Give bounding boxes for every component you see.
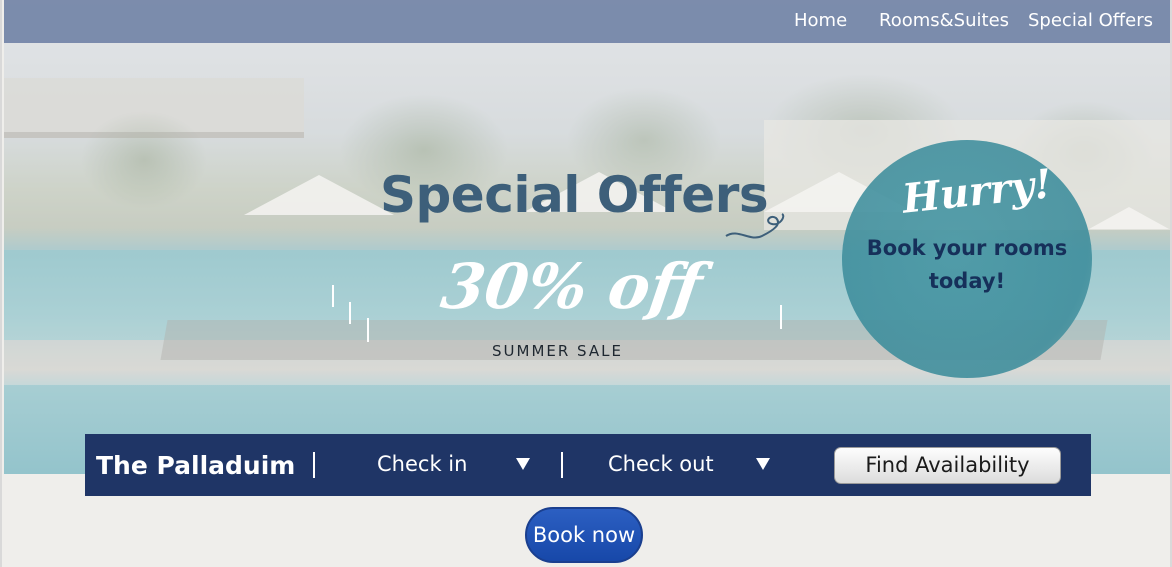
page: Home Rooms&Suites Special Offers Special… [0,0,1172,567]
top-navigation: Home Rooms&Suites Special Offers [4,0,1170,43]
chevron-down-icon[interactable] [756,458,770,470]
check-out-select[interactable]: Check out [608,452,714,476]
divider [313,452,315,478]
nav-home[interactable]: Home [794,10,847,31]
booking-bar: The Palladuim Check in Check out Find Av… [85,434,1091,496]
badge-line-2: today! [928,269,1006,293]
nav-special-offers[interactable]: Special Offers [1028,10,1153,31]
decorative-line [332,285,334,307]
nav-rooms-suites[interactable]: Rooms&Suites [879,10,1009,31]
discount-text: 30% off [436,250,707,323]
swirl-decoration-icon [725,213,785,239]
divider [561,452,563,478]
hero-headline: Special Offers [380,166,769,224]
brand-name: The Palladuim [96,451,296,480]
badge-hurry-text: Hurry! [899,160,1054,223]
chevron-down-icon[interactable] [516,458,530,470]
check-in-select[interactable]: Check in [377,452,467,476]
hurry-badge: Hurry! Book your rooms today! [842,140,1092,378]
find-availability-button[interactable]: Find Availability [834,447,1061,484]
decorative-line [780,305,782,329]
decorative-line [349,302,351,324]
badge-line-1: Book your rooms [866,236,1068,260]
decorative-line [367,318,369,342]
book-now-button[interactable]: Book now [525,507,643,563]
sale-label: SUMMER SALE [492,342,623,360]
